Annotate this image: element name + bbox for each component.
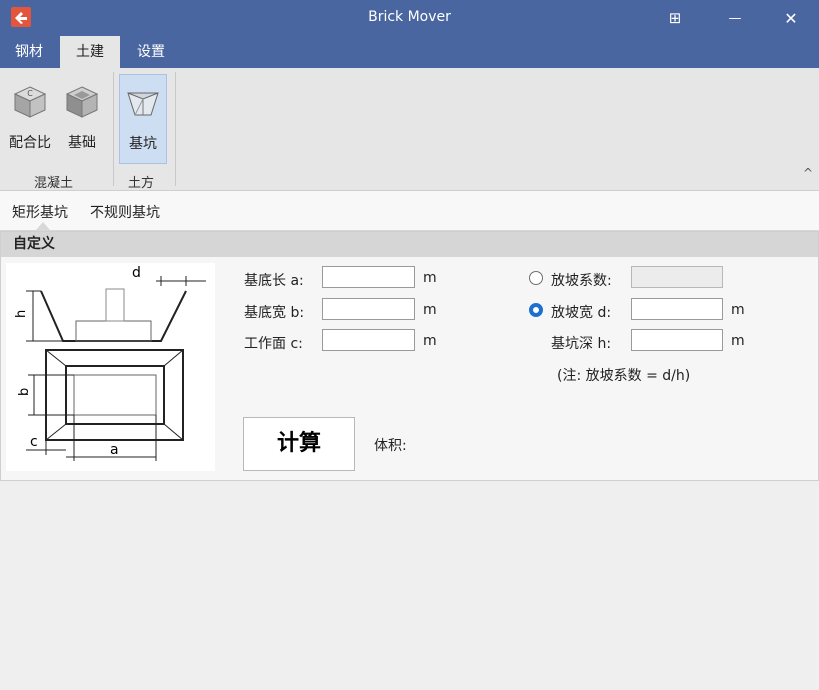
slope-width-input[interactable] (631, 298, 723, 320)
foundation-button[interactable]: 基础 (59, 74, 105, 162)
ribbon-separator (175, 72, 176, 186)
ribbon-separator (113, 72, 114, 186)
foundation-icon (65, 86, 99, 118)
length-input[interactable] (322, 266, 415, 288)
title-bar: Brick Mover ⊞ — ✕ (0, 0, 819, 36)
tab-irregular-pit[interactable]: 不规则基坑 (90, 202, 160, 222)
panel-header: 自定义 (1, 232, 818, 257)
slope-width-radio[interactable] (529, 303, 543, 317)
workface-label: 工作面 c: (244, 336, 303, 352)
pit-label: 基坑 (129, 136, 157, 152)
width-label: 基底宽 b: (244, 305, 305, 321)
tab-civil[interactable]: 土建 (60, 36, 120, 68)
length-unit: m (423, 270, 437, 286)
calculate-button[interactable]: 计算 (243, 417, 355, 471)
close-button[interactable]: ✕ (768, 0, 814, 36)
active-tab-indicator (36, 222, 50, 230)
restore-button[interactable]: ⊞ (652, 0, 698, 36)
svg-text:C: C (27, 89, 33, 98)
group-concrete: 混凝土 (34, 176, 74, 191)
minimize-button[interactable]: — (712, 0, 758, 36)
slope-width-label: 放坡宽 d: (551, 305, 612, 321)
subtabs: 矩形基坑 不规则基坑 (0, 191, 819, 231)
slope-note: (注: 放坡系数 = d/h) (557, 368, 691, 384)
length-label: 基底长 a: (244, 273, 304, 289)
pit-button[interactable]: 基坑 (119, 74, 167, 164)
volume-label: 体积: (374, 438, 407, 454)
slope-coef-radio[interactable] (529, 271, 543, 285)
label-c: c (30, 434, 38, 450)
mix-ratio-button[interactable]: C 配合比 (7, 74, 53, 162)
slope-coef-label: 放坡系数: (551, 273, 612, 289)
width-input[interactable] (322, 298, 415, 320)
label-h: h (14, 310, 29, 318)
ribbon: C 配合比 基础 基坑 混凝土 土方 ^ (0, 68, 819, 191)
tab-steel[interactable]: 钢材 (0, 36, 58, 68)
width-unit: m (423, 302, 437, 318)
slope-width-unit: m (731, 302, 745, 318)
workface-unit: m (423, 333, 437, 349)
workface-input[interactable] (322, 329, 415, 351)
tab-settings[interactable]: 设置 (122, 36, 180, 68)
pit-icon (127, 92, 159, 116)
label-a: a (110, 442, 119, 458)
label-d: d (132, 265, 141, 281)
pit-depth-label: 基坑深 h: (551, 336, 612, 352)
pit-depth-input[interactable] (631, 329, 723, 351)
main-tabs: 钢材 土建 设置 (0, 36, 819, 68)
label-b: b (17, 388, 32, 396)
slope-coef-input[interactable] (631, 266, 723, 288)
custom-panel: 自定义 h d b a c 基底长 a: m 基底宽 b: m 工作面 c: m… (0, 231, 819, 481)
collapse-ribbon-icon[interactable]: ^ (803, 166, 813, 180)
tab-rect-pit[interactable]: 矩形基坑 (12, 202, 68, 222)
mix-ratio-label: 配合比 (9, 135, 51, 151)
pit-depth-unit: m (731, 333, 745, 349)
pit-diagram: h d b a c (6, 263, 215, 471)
foundation-label: 基础 (68, 135, 96, 151)
group-earthwork: 土方 (128, 176, 155, 191)
concrete-cube-icon: C (13, 86, 47, 118)
